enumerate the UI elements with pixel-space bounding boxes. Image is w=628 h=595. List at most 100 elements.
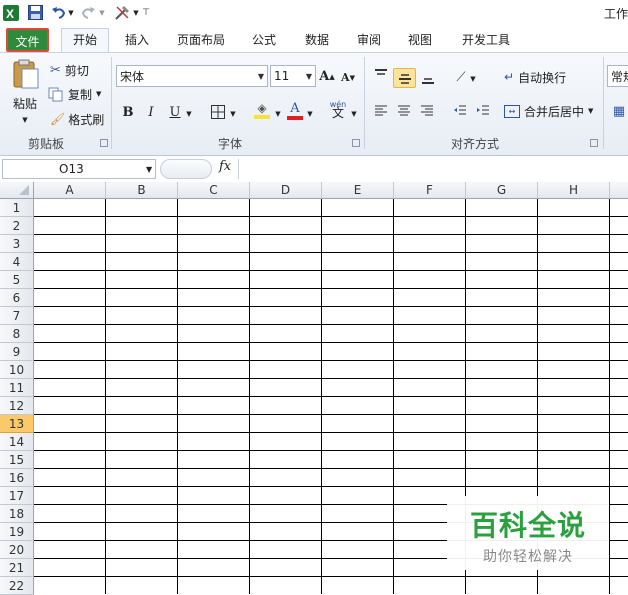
decrease-font-icon[interactable]: A ▼ (340, 67, 356, 87)
orientation-dropdown-icon[interactable]: ▼ (469, 69, 477, 89)
font-color-dropdown-icon[interactable]: ▼ (306, 104, 314, 124)
tools-dropdown-icon[interactable]: ▼ (132, 4, 140, 21)
name-box-dropdown-icon[interactable]: ▼ (146, 165, 152, 174)
select-all-corner[interactable] (0, 182, 34, 199)
customize-qat-icon[interactable]: ⊤ (142, 4, 150, 21)
merge-center-button[interactable]: ↔ 合并后居中 ▼ (504, 101, 593, 121)
italic-icon[interactable]: I (143, 102, 159, 122)
row-header[interactable]: 10 (0, 361, 34, 379)
borders-dropdown-icon[interactable]: ▼ (229, 104, 237, 124)
paste-label: 粘贴 (12, 97, 37, 111)
cut-button[interactable]: ✂ 剪切 (50, 61, 89, 79)
tab-file[interactable]: 文件 (6, 28, 49, 52)
tab-formulas[interactable]: 公式 (245, 29, 283, 51)
tools-icon[interactable] (113, 4, 131, 21)
bold-icon[interactable]: B (120, 102, 136, 122)
underline-dropdown-icon[interactable]: ▼ (185, 104, 193, 124)
undo-dropdown-icon[interactable]: ▼ (67, 4, 75, 21)
align-bottom-icon[interactable] (418, 69, 438, 89)
redo-icon[interactable] (80, 4, 96, 21)
column-header[interactable]: A (34, 182, 106, 199)
tab-data[interactable]: 数据 (298, 29, 336, 51)
number-format-select[interactable]: 常规 (607, 65, 628, 87)
group-divider (603, 57, 604, 149)
wrap-text-button[interactable]: ↵ 自动换行 (504, 67, 566, 87)
redo-dropdown-icon[interactable]: ▼ (98, 4, 106, 21)
column-header[interactable]: G (466, 182, 538, 199)
row-header[interactable]: 19 (0, 523, 34, 541)
undo-icon[interactable] (50, 4, 66, 21)
align-right-icon[interactable] (417, 101, 437, 121)
paste-dropdown-icon: ▼ (22, 116, 28, 124)
row-header[interactable]: 3 (0, 235, 34, 253)
paste-icon (13, 59, 39, 89)
row-header[interactable]: 13 (0, 415, 34, 433)
increase-font-icon[interactable]: A ▲ (319, 66, 335, 86)
clipboard-launcher-icon[interactable] (100, 139, 108, 147)
row-header[interactable]: 22 (0, 577, 34, 595)
row-header[interactable]: 7 (0, 307, 34, 325)
align-center-icon[interactable] (394, 101, 414, 121)
font-name-select[interactable]: 宋体 ▼ (116, 65, 268, 87)
format-painter-label: 格式刷 (68, 112, 105, 127)
formula-input[interactable] (238, 159, 628, 179)
row-header[interactable]: 2 (0, 217, 34, 235)
column-header[interactable]: D (250, 182, 322, 199)
formula-bar-resize-handle[interactable] (160, 159, 212, 179)
fill-color-icon[interactable]: ◈ (251, 100, 273, 120)
save-icon[interactable] (27, 4, 44, 21)
font-size-select[interactable]: 11 ▼ (270, 65, 316, 87)
font-color-icon[interactable]: A (285, 100, 305, 120)
phonetic-guide-icon[interactable]: wén 文 (327, 99, 349, 119)
row-header[interactable]: 8 (0, 325, 34, 343)
column-header[interactable]: H (538, 182, 610, 199)
row-header[interactable]: 14 (0, 433, 34, 451)
accounting-format-icon[interactable]: ▦ (609, 101, 628, 121)
column-header[interactable] (610, 182, 628, 199)
row-header[interactable]: 12 (0, 397, 34, 415)
tab-view[interactable]: 视图 (401, 29, 439, 51)
name-box[interactable]: O13 (2, 159, 156, 179)
align-left-icon[interactable] (371, 101, 391, 121)
insert-function-icon[interactable]: fx (219, 159, 231, 174)
format-painter-button[interactable]: 🖌 格式刷 (50, 110, 104, 128)
borders-icon[interactable] (209, 102, 227, 122)
phonetic-dropdown-icon[interactable]: ▼ (350, 104, 358, 124)
row-header[interactable]: 17 (0, 487, 34, 505)
row-header[interactable]: 18 (0, 505, 34, 523)
tab-home[interactable]: 开始 (61, 28, 109, 53)
row-header[interactable]: 21 (0, 559, 34, 577)
align-top-icon[interactable] (371, 65, 391, 85)
row-header[interactable]: 16 (0, 469, 34, 487)
column-header[interactable]: B (106, 182, 178, 199)
fill-color-dropdown-icon[interactable]: ▼ (274, 104, 282, 124)
decrease-indent-icon[interactable] (450, 101, 470, 121)
paste-button[interactable]: 粘贴 ▼ (8, 59, 42, 127)
column-header[interactable]: E (322, 182, 394, 199)
tab-developer[interactable]: 开发工具 (455, 29, 517, 51)
wrap-text-icon: ↵ (504, 70, 515, 84)
row-header[interactable]: 20 (0, 541, 34, 559)
row-header[interactable]: 11 (0, 379, 34, 397)
column-header[interactable]: F (394, 182, 466, 199)
row-header[interactable]: 5 (0, 271, 34, 289)
row-header[interactable]: 1 (0, 199, 34, 217)
font-size-dropdown-icon: ▼ (305, 72, 312, 81)
tab-review[interactable]: 审阅 (350, 29, 388, 51)
increase-indent-icon[interactable] (473, 101, 493, 121)
row-header[interactable]: 6 (0, 289, 34, 307)
watermark-title: 百科全说 (469, 509, 586, 542)
underline-icon[interactable]: U (167, 102, 183, 122)
alignment-launcher-icon[interactable] (590, 139, 598, 147)
align-middle-icon[interactable] (393, 68, 416, 88)
font-launcher-icon[interactable] (352, 139, 360, 147)
wrap-text-label: 自动换行 (518, 70, 567, 85)
column-header[interactable]: C (178, 182, 250, 199)
tab-insert[interactable]: 插入 (118, 29, 156, 51)
row-header[interactable]: 9 (0, 343, 34, 361)
row-header[interactable]: 15 (0, 451, 34, 469)
copy-button[interactable]: 复制 ▼ (48, 85, 101, 103)
orientation-icon[interactable]: ⟋ (451, 67, 471, 87)
row-header[interactable]: 4 (0, 253, 34, 271)
tab-page-layout[interactable]: 页面布局 (170, 29, 232, 51)
